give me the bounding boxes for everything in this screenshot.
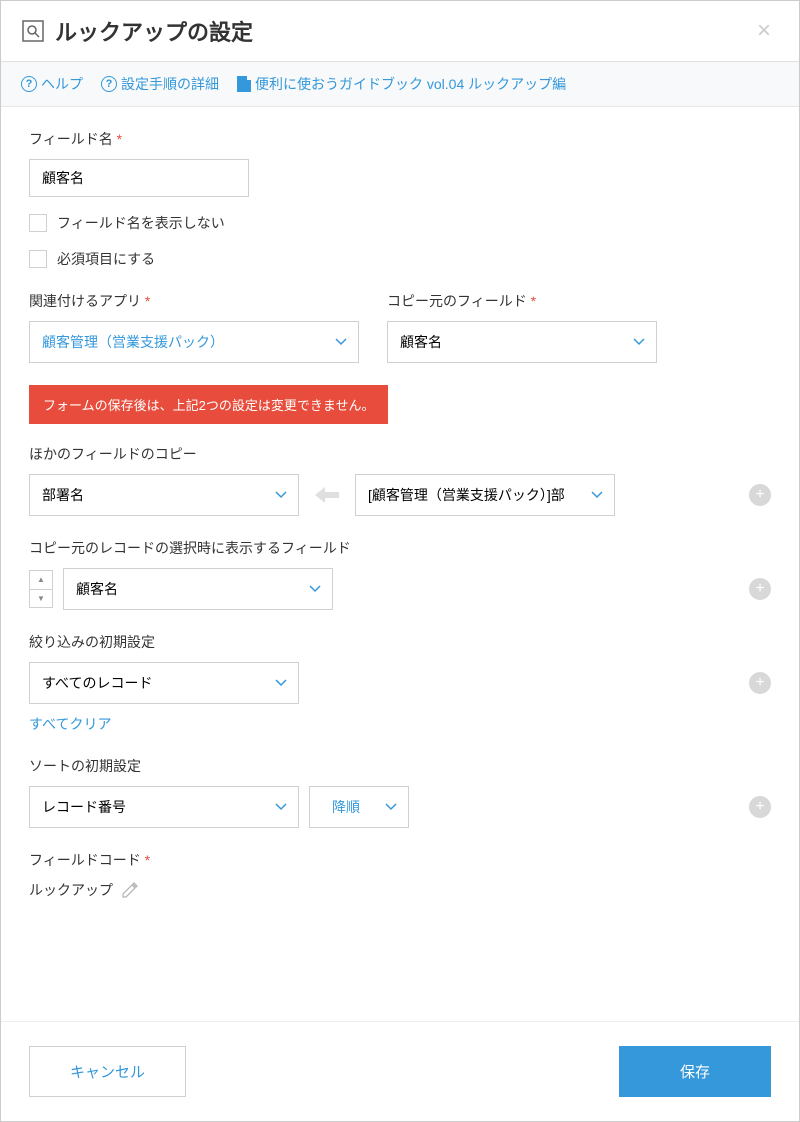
dialog-title: ルックアップの設定 [55, 15, 749, 47]
field-code-label: フィールドコード * [29, 850, 771, 870]
add-sort-button[interactable]: + [749, 796, 771, 818]
copy-src-select[interactable]: [顧客管理（営業支援パック）]部 [355, 474, 615, 516]
filter-select[interactable]: すべてのレコード [29, 662, 299, 704]
sort-order-select[interactable]: 降順 [309, 786, 409, 828]
field-name-label: フィールド名 * [29, 129, 771, 149]
lookup-icon [21, 19, 45, 43]
question-icon: ? [101, 76, 117, 92]
arrow-left-icon [311, 483, 343, 507]
warning-banner: フォームの保存後は、上記2つの設定は変更できません。 [29, 385, 388, 424]
cancel-button[interactable]: キャンセル [29, 1046, 186, 1097]
sort-label: ソートの初期設定 [29, 756, 771, 776]
required-checkbox[interactable] [29, 250, 47, 268]
question-icon: ? [21, 76, 37, 92]
field-name-input[interactable] [29, 159, 249, 197]
add-display-button[interactable]: + [749, 578, 771, 600]
display-field-label: コピー元のレコードの選択時に表示するフィールド [29, 538, 771, 558]
hide-name-label: フィールド名を表示しない [57, 213, 225, 233]
copy-dest-select[interactable]: 部署名 [29, 474, 299, 516]
related-app-label: 関連付けるアプリ * [29, 291, 359, 311]
source-field-label: コピー元のフィールド * [387, 291, 657, 311]
hide-name-checkbox[interactable] [29, 214, 47, 232]
display-field-select[interactable]: 顧客名 [63, 568, 333, 610]
related-app-select[interactable]: 顧客管理（営業支援パック） [29, 321, 359, 363]
filter-label: 絞り込みの初期設定 [29, 632, 771, 652]
close-button[interactable]: × [749, 17, 779, 45]
help-link[interactable]: ?ヘルプ [21, 74, 83, 94]
sort-field-select[interactable]: レコード番号 [29, 786, 299, 828]
add-copy-button[interactable]: + [749, 484, 771, 506]
order-spinner[interactable]: ▲▼ [29, 570, 53, 608]
required-label: 必須項目にする [57, 249, 155, 269]
other-copy-label: ほかのフィールドのコピー [29, 444, 771, 464]
help-details-link[interactable]: ?設定手順の詳細 [101, 74, 219, 94]
add-filter-button[interactable]: + [749, 672, 771, 694]
document-icon [237, 76, 251, 92]
field-code-value: ルックアップ [29, 880, 113, 900]
save-button[interactable]: 保存 [619, 1046, 771, 1097]
guidebook-link[interactable]: 便利に使おうガイドブック vol.04 ルックアップ編 [237, 74, 566, 94]
source-field-select[interactable]: 顧客名 [387, 321, 657, 363]
clear-all-link[interactable]: すべてクリア [29, 714, 111, 734]
edit-icon[interactable] [121, 881, 139, 899]
